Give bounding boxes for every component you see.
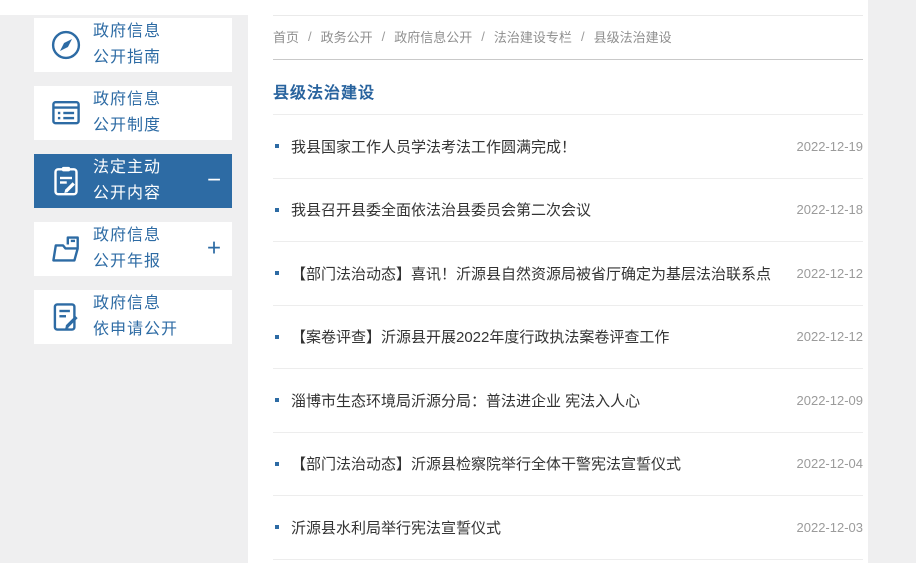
news-item-date: 2022-12-19 xyxy=(796,138,864,154)
expand-plus-icon[interactable]: + xyxy=(207,236,221,261)
news-item-title[interactable]: 我县国家工作人员学法考法工作圆满完成！ xyxy=(291,136,576,157)
news-item-date: 2022-12-12 xyxy=(796,329,864,345)
breadcrumb: 首页 / 政务公开 / 政府信息公开 / 法治建设专栏 / 县级法治建设 xyxy=(273,0,863,46)
news-list: 我县国家工作人员学法考法工作圆满完成！ 2022-12-19 我县召开县委全面依… xyxy=(273,115,863,560)
breadcrumb-separator: / xyxy=(381,29,386,44)
news-list-item[interactable]: 淄博市生态环境局沂源分局：普法进企业 宪法入人心 2022-12-09 xyxy=(273,369,863,433)
main-panel: 首页 / 政务公开 / 政府信息公开 / 法治建设专栏 / 县级法治建设 县级法… xyxy=(248,0,868,563)
bullet-square-icon xyxy=(275,398,279,403)
sidebar-item-label: 政府信息 公开制度 xyxy=(93,91,162,134)
news-list-item[interactable]: 【部门法治动态】喜讯！沂源县自然资源局被省厅确定为基层法治联系点 2022-12… xyxy=(273,242,863,306)
breadcrumb-item[interactable]: 县级法治建设 xyxy=(594,27,672,46)
breadcrumb-item[interactable]: 政务公开 xyxy=(321,27,373,46)
news-item-date: 2022-12-12 xyxy=(796,265,864,281)
sidebar-item-disclosure-system[interactable]: 政府信息 公开制度 xyxy=(34,86,232,140)
breadcrumb-separator: / xyxy=(481,29,485,44)
breadcrumb-separator: / xyxy=(580,29,585,44)
sidebar-menu: 政府信息 公开指南 政府信息 公开制度 法定主动 公开内容 − 政府信息 公开年… xyxy=(34,18,232,358)
breadcrumb-item[interactable]: 法治建设专栏 xyxy=(494,27,572,46)
news-item-date: 2022-12-18 xyxy=(796,202,864,218)
breadcrumb-item[interactable]: 首页 xyxy=(273,27,299,46)
folder-doc-icon xyxy=(44,231,88,267)
page-title: 县级法治建设 xyxy=(273,85,376,102)
news-item-title[interactable]: 【部门法治动态】沂源县检察院举行全体干警宪法宣誓仪式 xyxy=(291,453,681,474)
news-item-title[interactable]: 【部门法治动态】喜讯！沂源县自然资源局被省厅确定为基层法治联系点 xyxy=(291,263,771,284)
sidebar-item-annual-report[interactable]: 政府信息 公开年报 + xyxy=(34,222,232,276)
compass-icon xyxy=(44,27,88,63)
news-list-item[interactable]: 【案卷评查】沂源县开展2022年度行政执法案卷评查工作 2022-12-12 xyxy=(273,306,864,369)
news-list-item[interactable]: 我县召开县委全面依法治县委员会第二次会议 2022-12-18 xyxy=(273,179,864,242)
bullet-square-icon xyxy=(275,461,279,466)
sidebar-item-label: 政府信息 依申请公开 xyxy=(93,295,179,338)
sidebar-item-disclosure-by-request[interactable]: 政府信息 依申请公开 xyxy=(34,290,232,344)
bullet-square-icon xyxy=(275,144,279,149)
breadcrumb-separator: / xyxy=(308,29,312,44)
news-item-date: 2022-12-03 xyxy=(796,519,864,535)
sidebar-item-label: 法定主动 公开内容 xyxy=(93,159,162,202)
news-item-title[interactable]: 沂源县水利局举行宪法宣誓仪式 xyxy=(291,517,501,538)
bullet-square-icon xyxy=(275,334,279,339)
breadcrumb-divider xyxy=(273,59,863,60)
news-item-title[interactable]: 【案卷评查】沂源县开展2022年度行政执法案卷评查工作 xyxy=(291,326,669,347)
bullet-square-icon xyxy=(275,525,279,530)
document-lines-icon xyxy=(44,95,88,131)
breadcrumb-item[interactable]: 政府信息公开 xyxy=(394,27,472,46)
news-list-item[interactable]: 【部门法治动态】沂源县检察院举行全体干警宪法宣誓仪式 2022-12-04 xyxy=(273,433,864,496)
sidebar-item-label: 政府信息 公开指南 xyxy=(93,23,162,66)
sidebar-item-proactive-disclosure[interactable]: 法定主动 公开内容 − xyxy=(34,154,232,208)
clipboard-pen-icon xyxy=(44,163,88,199)
news-list-item[interactable]: 我县国家工作人员学法考法工作圆满完成！ 2022-12-19 xyxy=(273,115,863,179)
bullet-square-icon xyxy=(275,207,279,212)
sidebar-item-disclosure-guide[interactable]: 政府信息 公开指南 xyxy=(34,18,232,72)
news-list-item[interactable]: 沂源县水利局举行宪法宣誓仪式 2022-12-03 xyxy=(273,496,863,560)
sidebar-item-label: 政府信息 公开年报 xyxy=(93,227,162,270)
doc-pen-icon xyxy=(44,299,88,335)
news-item-date: 2022-12-04 xyxy=(796,456,864,472)
news-item-date: 2022-12-09 xyxy=(796,392,864,408)
news-item-title[interactable]: 淄博市生态环境局沂源分局：普法进企业 宪法入人心 xyxy=(291,390,640,411)
bullet-square-icon xyxy=(275,271,279,276)
collapse-minus-icon[interactable]: − xyxy=(207,168,221,193)
news-item-title[interactable]: 我县召开县委全面依法治县委员会第二次会议 xyxy=(291,199,591,220)
